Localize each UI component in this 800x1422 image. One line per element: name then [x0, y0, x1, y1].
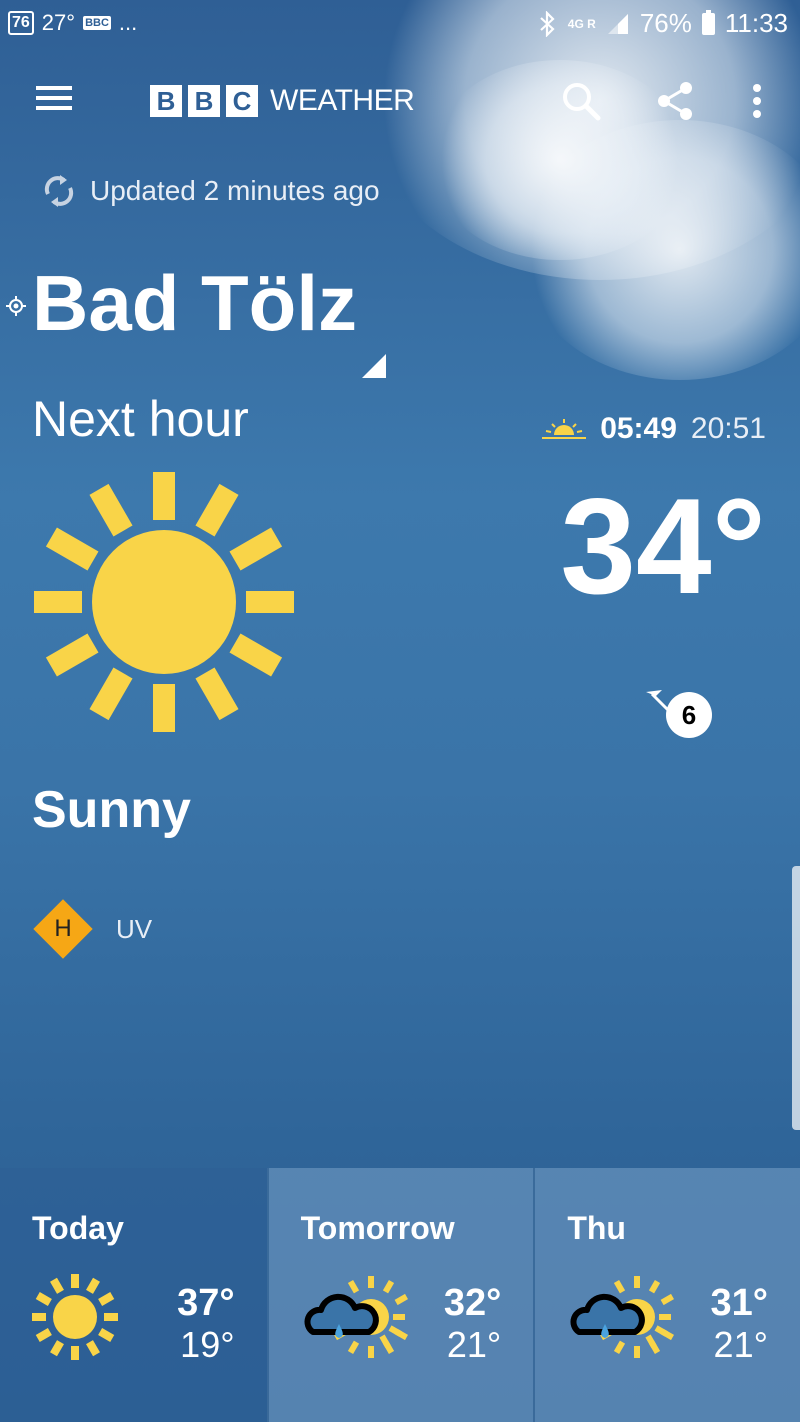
network-type: 4G	[567, 16, 584, 31]
search-icon[interactable]	[558, 78, 604, 124]
menu-icon[interactable]	[30, 82, 78, 118]
notification-temperature: 27°	[41, 10, 76, 35]
forecast-day-name: Today	[32, 1210, 124, 1246]
forecast-high: 32°	[443, 1282, 502, 1324]
forecast-low: 21°	[713, 1324, 768, 1365]
location-dropdown-indicator[interactable]	[362, 354, 386, 378]
network-indicator: 4G R	[568, 18, 596, 30]
bluetooth-icon	[540, 10, 555, 37]
sunny-icon	[32, 1274, 118, 1360]
sun-times: 05:49 20:51	[542, 412, 766, 446]
scroll-handle[interactable]	[792, 866, 800, 1130]
logo-letter: C	[226, 85, 258, 117]
uv-label: UV	[116, 913, 153, 944]
forecast-day-name: Tomorrow	[300, 1210, 455, 1246]
sunrise-time: 05:49	[600, 412, 677, 445]
refresh-icon	[44, 175, 74, 207]
battery-icon	[701, 9, 715, 35]
more-vert-icon[interactable]	[734, 78, 780, 124]
period-label: Next hour	[32, 391, 249, 447]
uv-index: H UV	[32, 898, 152, 960]
roaming-indicator: R	[587, 16, 596, 31]
notification-badge: 76	[8, 11, 34, 35]
sunset-time: 20:51	[690, 412, 766, 445]
uv-warning-icon: H	[32, 898, 94, 960]
light-rain-sun-icon	[570, 1276, 675, 1358]
forecast-day-tomorrow[interactable]: Tomorrow 32° 21°	[266, 1168, 534, 1422]
uv-level: H	[54, 915, 72, 942]
more-notifications: ...	[118, 10, 138, 35]
status-bar: 76 27° BBC ... 4G R 76% 11:33	[0, 0, 800, 50]
clock: 11:33	[724, 8, 788, 38]
forecast-low: 21°	[446, 1324, 502, 1365]
current-location-icon	[6, 296, 26, 316]
forecast-day-thu[interactable]: Thu 31° 21°	[533, 1168, 800, 1422]
refresh-status[interactable]: Updated 2 minutes ago	[40, 172, 380, 210]
signal-icon	[607, 13, 628, 34]
forecast-day-name: Thu	[567, 1210, 626, 1246]
app-bar: B B C WEATHER	[0, 60, 800, 140]
forecast-day-today[interactable]: Today 37° 19°	[0, 1168, 267, 1422]
bbc-weather-logo: B B C WEATHER	[150, 84, 415, 118]
sunny-icon	[34, 472, 294, 732]
sunrise-icon	[542, 419, 587, 439]
forecast-high: 31°	[710, 1282, 768, 1324]
battery-percent: 76%	[639, 8, 692, 38]
logo-letter: B	[188, 85, 220, 117]
daily-forecast-strip: Today 37° 19° Tomorrow 32° 21° Thu 31° 2…	[0, 1168, 800, 1422]
current-temperature: 34°	[560, 470, 766, 622]
logo-word: WEATHER	[270, 84, 415, 117]
weather-condition: Sunny	[32, 781, 191, 839]
forecast-high: 37°	[177, 1282, 235, 1324]
light-rain-sun-icon	[304, 1276, 408, 1358]
updated-text: Updated 2 minutes ago	[90, 175, 380, 206]
bbc-notification-icon: BBC	[83, 16, 111, 30]
status-bar-notifications: 76 27° BBC ...	[8, 10, 137, 36]
status-bar-system: 4G R 76% 11:33	[538, 8, 788, 39]
forecast-low: 19°	[180, 1324, 235, 1365]
share-icon[interactable]	[652, 78, 698, 124]
location-name[interactable]: Bad Tölz	[32, 258, 357, 349]
logo-letter: B	[150, 85, 182, 117]
wind-speed-badge: 6	[666, 692, 712, 738]
cloud-decoration	[520, 120, 800, 380]
